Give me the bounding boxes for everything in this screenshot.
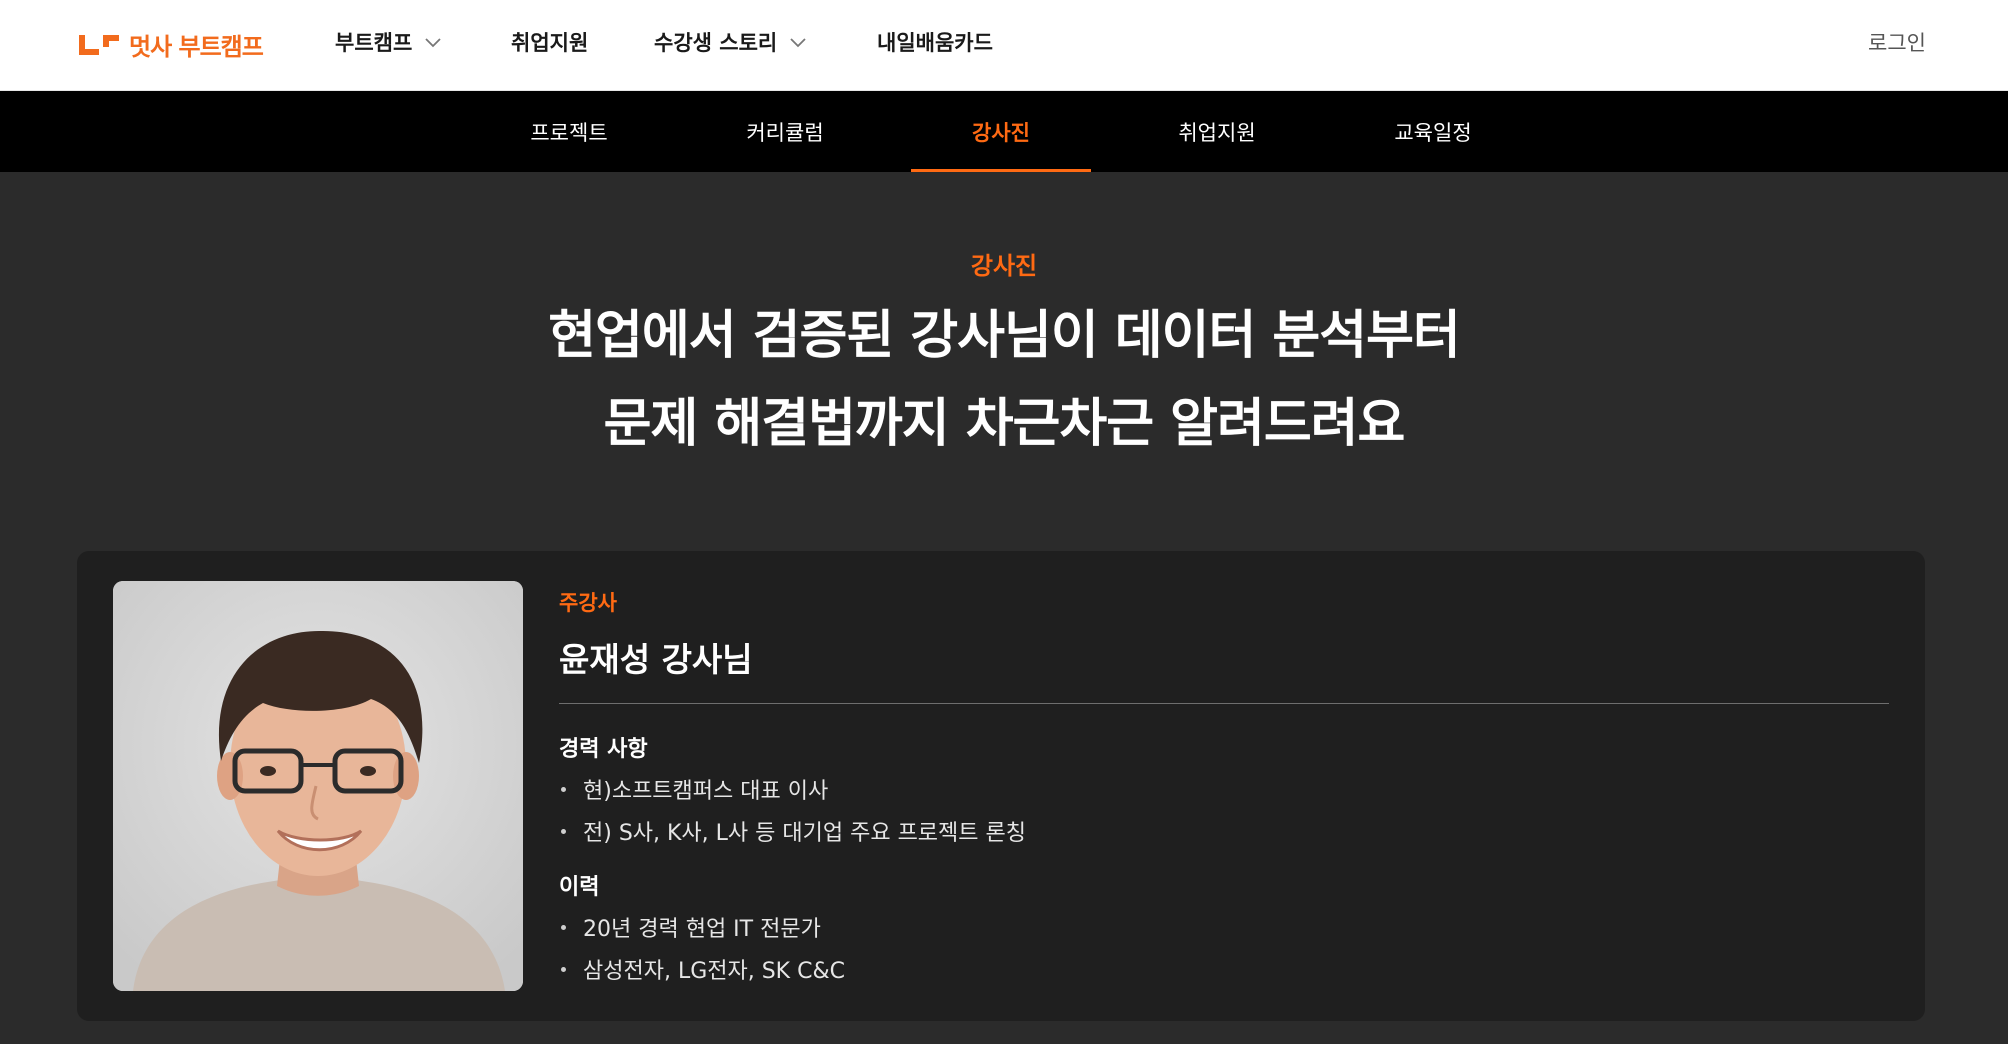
section-tabs: 프로젝트 커리큘럼 강사진 취업지원 교육일정 — [0, 91, 2008, 172]
tab-schedule[interactable]: 교육일정 — [1343, 91, 1523, 172]
tab-curriculum[interactable]: 커리큘럼 — [695, 91, 875, 172]
nav-item-student-story[interactable]: 수강생 스토리 — [654, 26, 807, 58]
logo-text: 멋사 부트캠프 — [129, 32, 264, 61]
nav-item-label: 부트캠프 — [335, 31, 413, 55]
login-link[interactable]: 로그인 — [1868, 26, 1926, 58]
instructor-photo — [113, 581, 523, 991]
nav-item-label: 수강생 스토리 — [654, 31, 778, 55]
brand-logo[interactable]: 멋사 부트캠프 — [77, 28, 264, 61]
instructor-role: 주강사 — [559, 591, 617, 615]
headline-line-1: 현업에서 검증된 강사님이 데이터 분석부터 — [548, 306, 1461, 366]
bullet-icon — [561, 828, 566, 834]
nav-item-career-support[interactable]: 취업지원 — [511, 26, 588, 58]
list-item-text: 삼성전자, LG전자, SK C&C — [583, 959, 845, 984]
instructor-card: 주강사 윤재성 강사님 경력 사항 현)소프트캠퍼스 대표 이사 전) S사, … — [77, 551, 1925, 1021]
chevron-down-icon — [424, 36, 442, 48]
list-item: 삼성전자, LG전자, SK C&C — [559, 953, 845, 985]
bullet-icon — [561, 924, 566, 930]
section-headline: 현업에서 검증된 강사님이 데이터 분석부터 문제 해결법까지 차근차근 알려드… — [0, 292, 2008, 468]
nav-item-learning-card[interactable]: 내일배움카드 — [877, 26, 993, 58]
list-item-text: 20년 경력 현업 IT 전문가 — [583, 917, 821, 942]
top-header: 멋사 부트캠프 부트캠프 취업지원 수강생 스토리 내일배움카드 로그인 — [0, 0, 2008, 91]
list-item-text: 현)소프트캠퍼스 대표 이사 — [583, 779, 829, 804]
bullet-icon — [561, 786, 566, 792]
instructor-name: 윤재성 강사님 — [559, 640, 753, 679]
tab-projects[interactable]: 프로젝트 — [479, 91, 659, 172]
nav-item-label: 내일배움카드 — [877, 31, 993, 55]
tab-instructors[interactable]: 강사진 — [911, 91, 1091, 172]
section-title-career: 경력 사항 — [559, 737, 648, 762]
likelion-logo-icon — [79, 35, 119, 55]
nav-item-label: 취업지원 — [511, 31, 589, 55]
bullet-icon — [561, 966, 566, 972]
list-item-text: 전) S사, K사, L사 등 대기업 주요 프로젝트 론칭 — [583, 821, 1027, 846]
list-item: 현)소프트캠퍼스 대표 이사 — [559, 773, 828, 805]
list-item: 20년 경력 현업 IT 전문가 — [559, 911, 821, 943]
chevron-down-icon — [789, 36, 807, 48]
list-item: 전) S사, K사, L사 등 대기업 주요 프로젝트 론칭 — [559, 815, 1026, 847]
section-title-history: 이력 — [559, 875, 600, 900]
divider — [559, 703, 1889, 704]
tab-career-support[interactable]: 취업지원 — [1127, 91, 1307, 172]
nav-item-bootcamp[interactable]: 부트캠프 — [335, 26, 442, 58]
section-eyebrow: 강사진 — [970, 252, 1038, 280]
headline-line-2: 문제 해결법까지 차근차근 알려드려요 — [603, 394, 1406, 454]
